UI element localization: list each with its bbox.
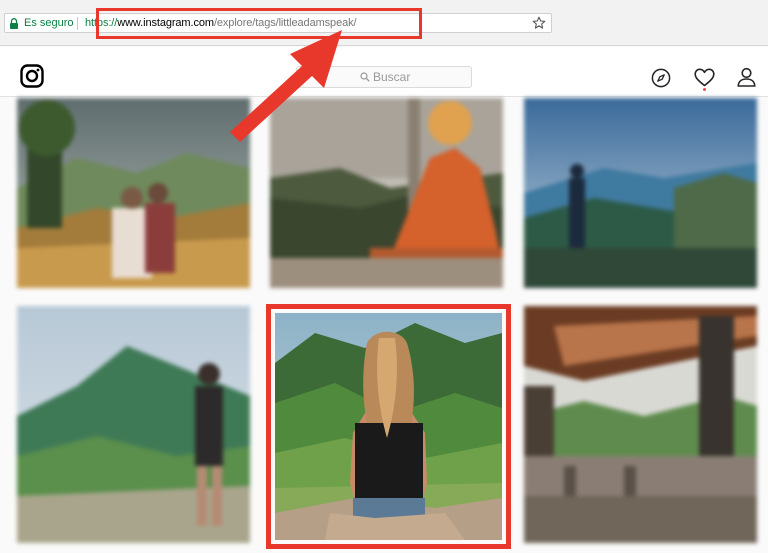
- compass-icon[interactable]: [651, 68, 671, 88]
- photo-highlight-frame: [266, 304, 511, 549]
- bookmark-star-icon[interactable]: [532, 16, 546, 30]
- explore-photo-3[interactable]: [524, 98, 757, 288]
- lock-icon: [10, 18, 18, 29]
- annotation-arrow-icon: [230, 30, 342, 142]
- explore-photo-4[interactable]: [17, 306, 250, 543]
- instagram-logo-icon[interactable]: [20, 64, 44, 88]
- explore-photo-1[interactable]: [17, 98, 250, 288]
- instagram-header: Buscar: [0, 47, 768, 97]
- address-separator: [77, 17, 78, 30]
- explore-photo-6[interactable]: [524, 306, 757, 543]
- profile-icon[interactable]: [737, 67, 756, 87]
- secure-label: Es seguro: [24, 17, 74, 29]
- heart-icon[interactable]: [694, 68, 715, 87]
- notification-dot: [703, 88, 706, 91]
- search-placeholder: Buscar: [373, 70, 411, 84]
